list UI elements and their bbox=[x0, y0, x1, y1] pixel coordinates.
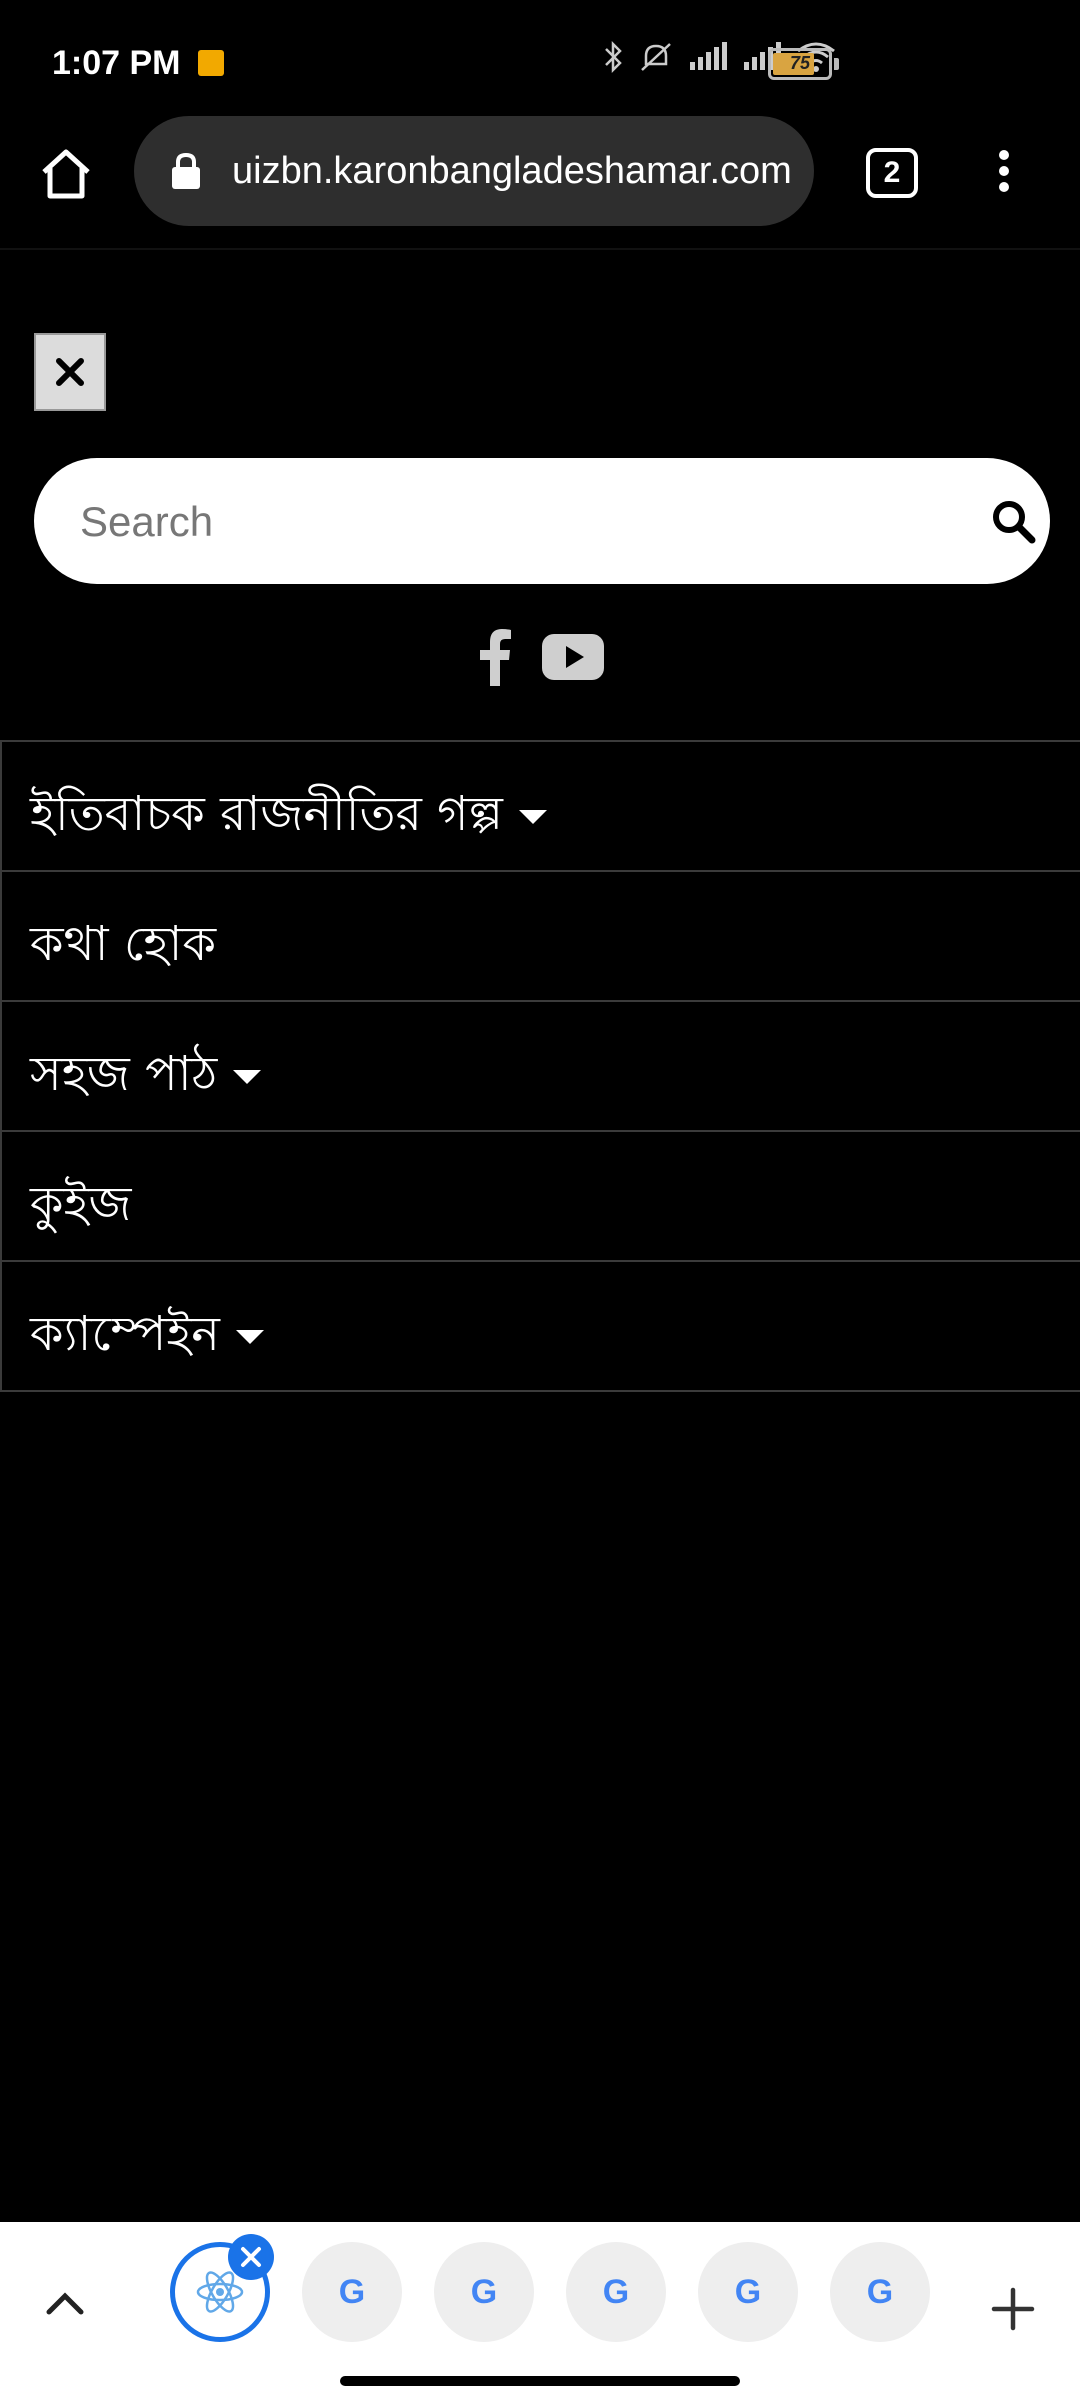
lock-icon bbox=[172, 152, 200, 189]
close-icon bbox=[241, 2247, 261, 2267]
menu-item-label: ক্যাম্পেইন bbox=[30, 1298, 264, 1377]
menu-item-label: কুইজ bbox=[30, 1176, 132, 1232]
google-icon: G bbox=[338, 2272, 366, 2311]
mute-icon bbox=[641, 43, 671, 71]
close-tab-button[interactable] bbox=[228, 2234, 274, 2280]
battery-nub bbox=[834, 58, 839, 70]
address-bar[interactable]: uizbn.karonbangladeshamar.com bbox=[134, 116, 814, 226]
notification-icon bbox=[198, 50, 224, 76]
menu-item-quiz[interactable]: কুইজ bbox=[0, 1130, 1080, 1262]
plus-icon[interactable] bbox=[990, 2286, 1036, 2332]
social-links bbox=[0, 628, 1080, 692]
tab-chip[interactable]: G bbox=[830, 2242, 930, 2342]
gesture-nav-handle bbox=[340, 2376, 740, 2386]
tab-chip[interactable]: G bbox=[566, 2242, 666, 2342]
tab-strip: G G G G G bbox=[0, 2222, 1080, 2400]
close-icon bbox=[56, 358, 84, 386]
tab-switcher-button[interactable]: 2 bbox=[866, 148, 918, 198]
url-text: uizbn.karonbangladeshamar.com bbox=[232, 150, 792, 192]
battery-icon: 75 bbox=[768, 48, 832, 80]
menu-item-label: কথা হোক bbox=[30, 916, 217, 972]
menu-item-label: সহজ পাঠ bbox=[30, 1038, 262, 1117]
battery-level: 75 bbox=[789, 53, 811, 73]
tab-chip[interactable]: G bbox=[302, 2242, 402, 2342]
menu-item-label: ইতিবাচক রাজনীতির গল্প bbox=[30, 778, 547, 857]
status-bar: 1:07 PM 75 bbox=[0, 0, 1080, 120]
toolbar-divider bbox=[0, 248, 1080, 250]
signal-icon-1 bbox=[690, 42, 727, 70]
close-menu-button[interactable] bbox=[34, 333, 106, 411]
google-icon: G bbox=[602, 2272, 630, 2311]
overflow-menu-button[interactable] bbox=[990, 144, 1018, 204]
home-button[interactable] bbox=[36, 144, 96, 204]
menu-dot bbox=[999, 182, 1009, 192]
menu-dot bbox=[999, 166, 1009, 176]
caret-down-icon bbox=[518, 810, 547, 824]
menu-item-positive-politics[interactable]: ইতিবাচক রাজনীতির গল্প bbox=[0, 740, 1080, 872]
browser-toolbar: uizbn.karonbangladeshamar.com 2 bbox=[0, 116, 1080, 246]
caret-down-icon bbox=[235, 1330, 264, 1344]
menu-item-let-us-talk[interactable]: কথা হোক bbox=[0, 870, 1080, 1002]
chevron-up-icon[interactable] bbox=[44, 2290, 86, 2316]
caret-down-icon bbox=[233, 1070, 262, 1084]
youtube-icon[interactable] bbox=[542, 634, 604, 680]
tab-chip[interactable]: G bbox=[698, 2242, 798, 2342]
google-icon: G bbox=[470, 2272, 498, 2311]
facebook-icon[interactable] bbox=[478, 628, 512, 686]
search-input[interactable] bbox=[78, 482, 962, 562]
menu-item-easy-lessons[interactable]: সহজ পাঠ bbox=[0, 1000, 1080, 1132]
home-icon bbox=[42, 149, 90, 199]
menu-item-campaign[interactable]: ক্যাম্পেইন bbox=[0, 1260, 1080, 1392]
menu-dot bbox=[999, 150, 1009, 160]
google-icon: G bbox=[734, 2272, 762, 2311]
search-box bbox=[34, 458, 1050, 584]
tab-chip[interactable]: G bbox=[434, 2242, 534, 2342]
search-icon[interactable] bbox=[990, 498, 1036, 544]
google-icon: G bbox=[866, 2272, 894, 2311]
nav-menu: ইতিবাচক রাজনীতির গল্প কথা হোক সহজ পাঠ কু… bbox=[0, 740, 1080, 1392]
bluetooth-icon bbox=[605, 40, 622, 74]
status-time: 1:07 PM bbox=[52, 44, 181, 82]
